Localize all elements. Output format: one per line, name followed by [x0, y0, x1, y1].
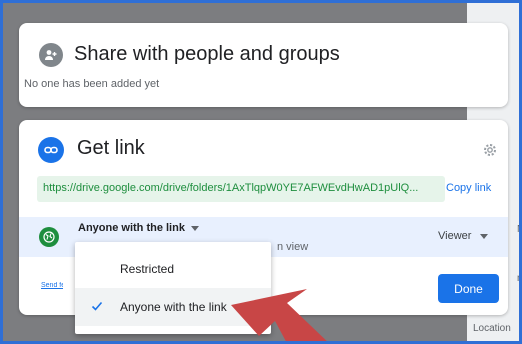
access-level-menu: Restricted Anyone with the link — [75, 242, 271, 334]
side-fragment: m — [517, 273, 519, 284]
gear-icon[interactable] — [481, 141, 499, 159]
side-fragment: N — [517, 224, 519, 235]
menu-item-anyone-with-link[interactable]: Anyone with the link — [75, 288, 271, 326]
share-subtitle: No one has been added yet — [24, 78, 160, 90]
chevron-down-icon — [190, 225, 199, 231]
location-label: Location — [473, 323, 511, 334]
screen-frame: na N m Location Share with people and gr… — [0, 0, 522, 344]
access-level-label: Anyone with the link — [78, 222, 185, 234]
share-title: Share with people and groups — [74, 43, 340, 65]
menu-item-restricted[interactable]: Restricted — [75, 250, 271, 288]
role-dropdown[interactable]: Viewer — [438, 230, 489, 242]
copy-link-button[interactable]: Copy link — [446, 182, 491, 194]
access-level-dropdown[interactable]: Anyone with the link — [78, 222, 199, 234]
link-url-field[interactable]: https://drive.google.com/drive/folders/1… — [37, 176, 445, 202]
globe-icon — [39, 227, 59, 247]
link-icon — [38, 137, 64, 163]
menu-item-label: Anyone with the link — [120, 300, 227, 314]
done-button[interactable]: Done — [438, 274, 499, 303]
person-add-icon — [39, 43, 63, 67]
role-label: Viewer — [438, 230, 472, 242]
menu-item-label: Restricted — [120, 262, 175, 276]
access-description: n view — [277, 241, 309, 253]
chevron-down-icon — [480, 233, 489, 239]
checkmark-icon — [91, 301, 103, 311]
send-feedback-link[interactable]: Send feedback — [41, 282, 63, 289]
share-with-people-card: Share with people and groups No one has … — [19, 23, 508, 107]
get-link-title: Get link — [77, 137, 145, 159]
